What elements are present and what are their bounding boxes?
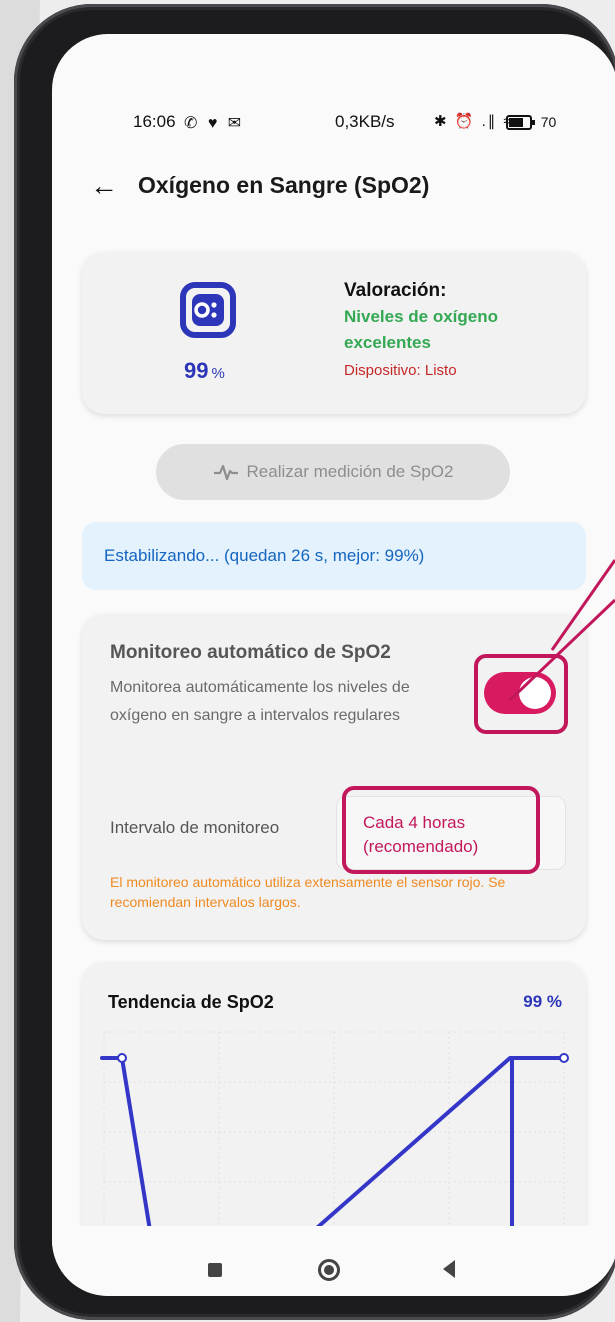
auto-monitoring-card: Monitoreo automático de SpO2 Monitorea a… bbox=[82, 614, 586, 940]
stabilizing-text: Estabilizando... (quedan 26 s, mejor: 99… bbox=[104, 546, 425, 565]
spo2-value: 99% bbox=[184, 358, 225, 384]
spo2-summary-card: 99% Valoración: Niveles de oxígeno excel… bbox=[82, 252, 586, 414]
spo2-unit: % bbox=[211, 365, 225, 382]
notification-icons: ✆ ♥ ✉ bbox=[184, 115, 245, 132]
monitoring-title: Monitoreo automático de SpO2 bbox=[110, 642, 391, 663]
status-bar: 16:06 ✆ ♥ ✉ 0,3KB/s ✱ ⏰ .∥ ≈ 70 bbox=[52, 112, 615, 136]
back-triangle-icon[interactable] bbox=[443, 1260, 455, 1278]
pulse-wave-icon bbox=[213, 464, 238, 481]
page-title: Oxígeno en Sangre (SpO2) bbox=[138, 172, 430, 198]
assessment-label: Valoración: bbox=[344, 280, 447, 301]
system-nav-bar bbox=[52, 1226, 615, 1296]
status-time: 16:06 bbox=[133, 112, 176, 131]
interval-label: Intervalo de monitoreo bbox=[110, 818, 280, 837]
assessment: Valoración: Niveles de oxígeno excelente… bbox=[344, 280, 574, 379]
assessment-result: Niveles de oxígeno excelentes bbox=[344, 307, 498, 352]
phone-frame: 16:06 ✆ ♥ ✉ 0,3KB/s ✱ ⏰ .∥ ≈ 70 ← Oxígen… bbox=[14, 4, 615, 1320]
stabilizing-banner: Estabilizando... (quedan 26 s, mejor: 99… bbox=[82, 522, 586, 590]
measure-button-label: Realizar medición de SpO2 bbox=[246, 462, 454, 481]
phone-screen: 16:06 ✆ ♥ ✉ 0,3KB/s ✱ ⏰ .∥ ≈ 70 ← Oxígen… bbox=[52, 34, 615, 1296]
battery-level: 70 bbox=[540, 114, 557, 130]
system-icons: ✱ ⏰ .∥ ≈ bbox=[434, 113, 514, 130]
toggle-highlight bbox=[474, 654, 568, 734]
battery-indicator: 70 bbox=[506, 112, 556, 132]
app-header: ← Oxígeno en Sangre (SpO2) bbox=[52, 168, 615, 208]
recents-square-icon[interactable] bbox=[208, 1263, 222, 1277]
device-status: Dispositivo: Listo bbox=[344, 362, 457, 379]
monitoring-description: Monitorea automáticamente los niveles de… bbox=[110, 679, 410, 724]
battery-icon bbox=[506, 115, 535, 131]
o2-icon bbox=[180, 282, 236, 338]
measure-spo2-button[interactable]: Realizar medición de SpO2 bbox=[156, 444, 510, 500]
spo2-number: 99 bbox=[184, 358, 209, 383]
home-circle-icon[interactable] bbox=[318, 1259, 340, 1281]
back-arrow-icon[interactable]: ← bbox=[90, 168, 118, 204]
network-speed: 0,3KB/s bbox=[335, 112, 395, 131]
monitoring-warning: El monitoreo automático utiliza extensam… bbox=[110, 874, 506, 910]
interval-highlight bbox=[342, 786, 540, 874]
